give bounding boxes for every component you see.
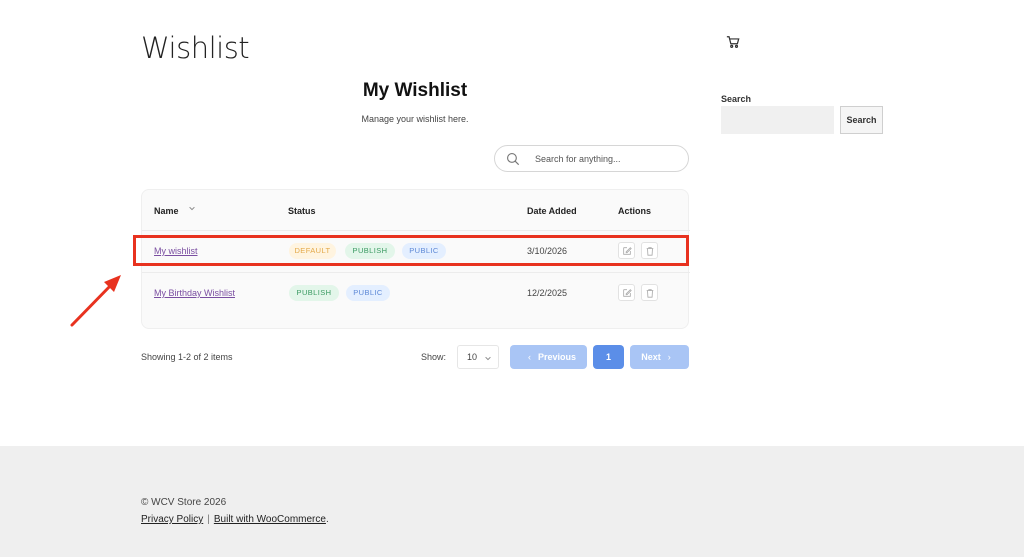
per-page-select[interactable]: 10 [457, 345, 499, 369]
trash-icon [646, 288, 653, 298]
wishlist-search-input[interactable] [535, 153, 675, 164]
column-header-date-added: Date Added [527, 206, 577, 216]
privacy-policy-link[interactable]: Privacy Policy [141, 514, 203, 525]
wishlist-heading: My Wishlist [362, 80, 468, 101]
delete-button[interactable] [641, 284, 658, 301]
sidebar-search-button[interactable]: Search [840, 106, 883, 134]
wishlist-subtitle: Manage your wishlist here. [361, 114, 469, 124]
copyright-text: © WCV Store 2026 [141, 497, 227, 508]
edit-icon [622, 288, 632, 297]
next-label: Next [641, 352, 661, 362]
woocommerce-link[interactable]: Built with WooCommerce [214, 514, 326, 525]
table-row: My Birthday Wishlist PUBLISH PUBLIC 12/2… [142, 272, 690, 314]
pagination-summary: Showing 1-2 of 2 items [141, 352, 233, 362]
wishlist-search-box[interactable] [494, 145, 689, 172]
chevron-down-icon [485, 356, 491, 361]
edit-button[interactable] [618, 284, 635, 301]
per-page-value: 10 [467, 352, 478, 362]
status-badge-public: PUBLIC [346, 285, 390, 301]
per-page-label: Show: [421, 352, 447, 362]
highlight-annotation-box [133, 235, 689, 266]
chevron-right-icon: › [667, 352, 671, 362]
annotation-arrow-icon [70, 275, 121, 327]
next-page-button[interactable]: Next › [630, 345, 689, 369]
wishlist-name-link[interactable]: My Birthday Wishlist [154, 288, 235, 298]
cart-icon[interactable] [726, 35, 740, 49]
page-number: 1 [605, 352, 611, 362]
sidebar-search-label: Search [721, 94, 752, 104]
status-badge-publish: PUBLISH [289, 285, 339, 301]
previous-page-button[interactable]: ‹ Previous [510, 345, 587, 369]
column-header-actions: Actions [618, 206, 652, 216]
footer-separator: | [207, 514, 210, 525]
sidebar-search-input[interactable] [721, 106, 834, 134]
footer-trailing: . [325, 514, 329, 525]
chevron-left-icon: ‹ [527, 352, 531, 362]
column-header-name[interactable]: Name [154, 206, 179, 216]
page-1-button[interactable]: 1 [593, 345, 624, 369]
search-icon [507, 152, 520, 165]
site-footer: © WCV Store 2026 Privacy Policy | Built wi… [0, 446, 1024, 557]
footer-links: Privacy Policy | Built with WooCommerce. [141, 514, 329, 525]
date-added: 12/2/2025 [527, 288, 568, 298]
page-title: Wishlist [141, 31, 250, 65]
previous-label: Previous [537, 352, 577, 362]
column-header-status: Status [288, 206, 316, 216]
sort-chevron-icon[interactable] [188, 204, 196, 212]
